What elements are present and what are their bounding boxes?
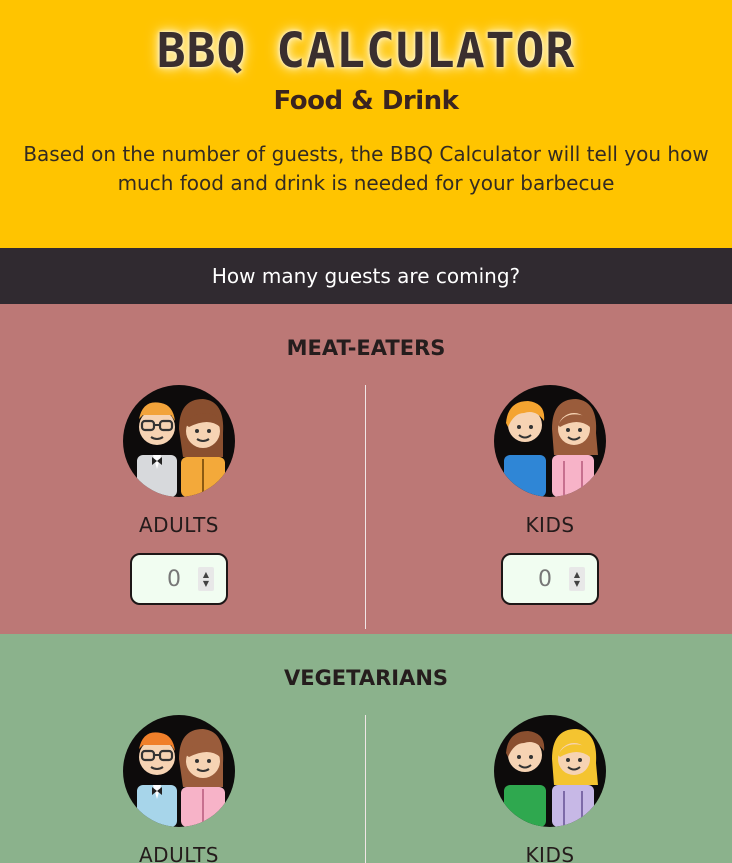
meat-eaters-section: MEAT-EATERS ADULTS 0 ▲ ▼ KIDS 0 ▲ ▼ xyxy=(0,304,732,634)
meat-kids-stepper[interactable]: 0 ▲ ▼ xyxy=(501,553,599,605)
header: BBQ CALCULATOR Food & Drink Based on the… xyxy=(0,0,732,248)
intro-text: Based on the number of guests, the BBQ C… xyxy=(23,142,709,195)
spin-down-icon[interactable]: ▼ xyxy=(574,579,580,588)
meat-adults-value[interactable]: 0 xyxy=(167,567,181,592)
meat-adults-column: ADULTS 0 ▲ ▼ xyxy=(0,385,366,605)
guests-question: How many guests are coming? xyxy=(211,264,521,288)
column-divider xyxy=(365,715,366,863)
veg-adults-label: ADULTS xyxy=(138,843,220,863)
adults-couple-icon xyxy=(123,385,235,497)
column-divider xyxy=(365,385,366,629)
spin-buttons[interactable]: ▲ ▼ xyxy=(198,567,214,591)
vegetarians-title: VEGETARIANS xyxy=(283,666,449,690)
adults-couple-icon xyxy=(123,715,235,827)
app-title: BBQ CALCULATOR xyxy=(156,23,576,79)
kids-pair-icon xyxy=(494,385,606,497)
spin-up-icon[interactable]: ▲ xyxy=(203,570,209,579)
meat-kids-label: KIDS xyxy=(525,513,575,537)
kids-pair-icon xyxy=(494,715,606,827)
meat-kids-value[interactable]: 0 xyxy=(538,567,552,592)
meat-kids-column: KIDS 0 ▲ ▼ xyxy=(366,385,732,605)
veg-kids-label: KIDS xyxy=(525,843,575,863)
spin-buttons[interactable]: ▲ ▼ xyxy=(569,567,585,591)
spin-up-icon[interactable]: ▲ xyxy=(574,570,580,579)
meat-adults-stepper[interactable]: 0 ▲ ▼ xyxy=(130,553,228,605)
veg-kids-column: KIDS xyxy=(366,715,732,863)
spin-down-icon[interactable]: ▼ xyxy=(203,579,209,588)
meat-adults-label: ADULTS xyxy=(138,513,220,537)
vegetarians-section: VEGETARIANS ADULTS KIDS xyxy=(0,634,732,863)
meat-eaters-title: MEAT-EATERS xyxy=(286,336,446,360)
guests-question-bar: How many guests are coming? xyxy=(0,248,732,304)
veg-adults-column: ADULTS xyxy=(0,715,366,863)
page-subtitle: Food & Drink xyxy=(273,86,459,116)
